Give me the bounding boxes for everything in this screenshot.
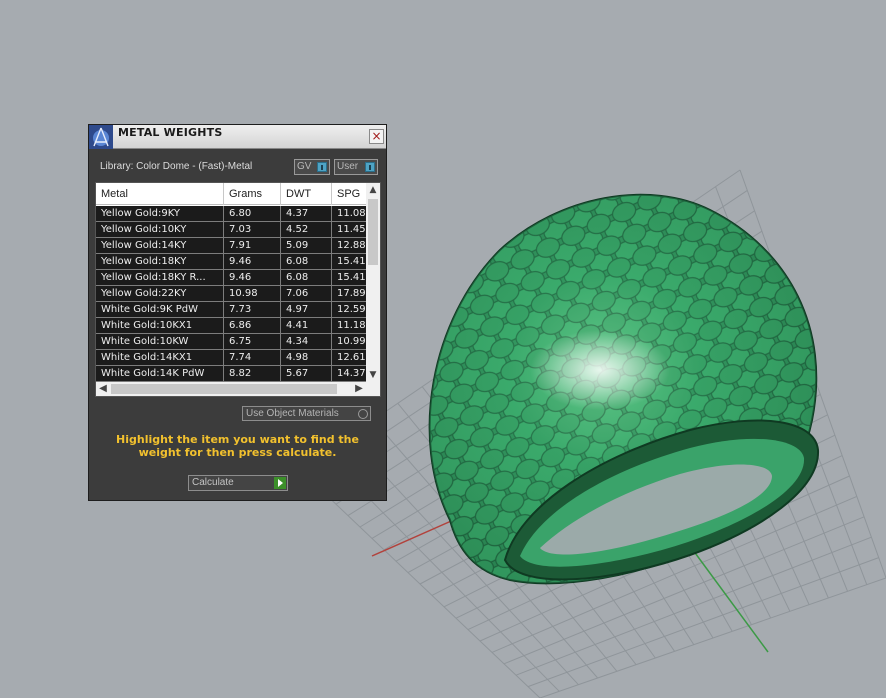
table-cell: 10.98 [224, 286, 281, 301]
table-row[interactable]: Yellow Gold:10KY 7.03 4.52 11.45 [96, 222, 366, 238]
table-cell: White Gold:9K PdW [96, 302, 224, 317]
table-cell: 6.75 [224, 334, 281, 349]
column-header-metal[interactable]: Metal [96, 183, 224, 205]
horizontal-scroll-thumb[interactable] [111, 384, 337, 394]
scroll-left-icon[interactable]: ◀ [96, 382, 110, 396]
table-cell: 6.80 [224, 206, 281, 221]
table-cell: Yellow Gold:18KY [96, 254, 224, 269]
play-arrow-icon [274, 477, 286, 489]
table-cell: 4.98 [281, 350, 332, 365]
metal-weights-panel: METAL WEIGHTS × Library: Color Dome - (F… [88, 124, 387, 501]
close-icon[interactable]: × [369, 129, 384, 144]
table-body: Yellow Gold:9KY 6.80 4.37 11.08 Yellow Gold:… [96, 206, 366, 382]
table-row[interactable]: Yellow Gold:18KY 9.46 6.08 15.41 [96, 254, 366, 270]
vertical-scrollbar[interactable]: ▲ ▼ [366, 183, 380, 382]
scroll-up-icon[interactable]: ▲ [366, 183, 380, 197]
table-header: Metal Grams DWT SPG [96, 183, 366, 205]
table-cell: Yellow Gold:9KY [96, 206, 224, 221]
table-cell: Yellow Gold:10KY [96, 222, 224, 237]
user-toggle[interactable]: User [334, 159, 378, 175]
table-cell: White Gold:10KX1 [96, 318, 224, 333]
calculate-button-label: Calculate [192, 477, 234, 488]
column-header-grams[interactable]: Grams [224, 183, 281, 205]
table-cell: 6.08 [281, 270, 332, 285]
user-toggle-label: User [337, 161, 359, 172]
table-cell: 7.06 [281, 286, 332, 301]
table-cell: White Gold:10KW [96, 334, 224, 349]
table-row[interactable]: Yellow Gold:22KY 10.98 7.06 17.89 [96, 286, 366, 302]
use-object-materials-label: Use Object Materials [246, 408, 339, 419]
gv-toggle[interactable]: GV [294, 159, 330, 175]
scroll-right-icon[interactable]: ▶ [352, 382, 366, 396]
panel-titlebar[interactable]: METAL WEIGHTS × [89, 125, 386, 149]
table-cell: 4.97 [281, 302, 332, 317]
table-row[interactable]: Yellow Gold:9KY 6.80 4.37 11.08 [96, 206, 366, 222]
column-header-dwt[interactable]: DWT [281, 183, 332, 205]
instruction-text: Highlight the item you want to find the … [116, 433, 359, 459]
toggle-switch-icon [317, 162, 327, 172]
table-cell: Yellow Gold:22KY [96, 286, 224, 301]
table-cell: Yellow Gold:18KY R... [96, 270, 224, 285]
table-cell: 4.41 [281, 318, 332, 333]
toggle-switch-icon [365, 162, 375, 172]
table-cell: White Gold:14K PdW [96, 366, 224, 381]
table-cell: 5.09 [281, 238, 332, 253]
panel-title: METAL WEIGHTS [118, 126, 223, 139]
table-cell: 7.91 [224, 238, 281, 253]
table-cell: 7.73 [224, 302, 281, 317]
table-cell: 6.08 [281, 254, 332, 269]
table-row[interactable]: White Gold:9K PdW 7.73 4.97 12.59 [96, 302, 366, 318]
gv-toggle-label: GV [297, 161, 312, 172]
table-row[interactable]: White Gold:14K PdW 8.82 5.67 14.37 [96, 366, 366, 382]
table-row[interactable]: Yellow Gold:14KY 7.91 5.09 12.88 [96, 238, 366, 254]
table-cell: 5.67 [281, 366, 332, 381]
library-label: Library: Color Dome - (Fast)-Metal [100, 161, 253, 172]
metal-table: Metal Grams DWT SPG Yellow Gold:9KY 6.80 4… [95, 182, 381, 397]
table-cell: 4.34 [281, 334, 332, 349]
table-cell: 8.82 [224, 366, 281, 381]
table-cell: 4.52 [281, 222, 332, 237]
table-cell: 9.46 [224, 254, 281, 269]
table-cell: 7.03 [224, 222, 281, 237]
table-row[interactable]: Yellow Gold:18KY R... 9.46 6.08 15.41 [96, 270, 366, 286]
table-cell: 4.37 [281, 206, 332, 221]
app-logo-icon [89, 125, 113, 149]
table-cell: 6.86 [224, 318, 281, 333]
scroll-down-icon[interactable]: ▼ [366, 368, 380, 382]
table-cell: White Gold:14KX1 [96, 350, 224, 365]
vertical-scroll-thumb[interactable] [368, 199, 378, 265]
calculate-button[interactable]: Calculate [188, 475, 288, 491]
table-row[interactable]: White Gold:10KW 6.75 4.34 10.99 [96, 334, 366, 350]
radio-icon [358, 409, 368, 419]
table-cell: 7.74 [224, 350, 281, 365]
table-row[interactable]: White Gold:14KX1 7.74 4.98 12.61 [96, 350, 366, 366]
use-object-materials-toggle[interactable]: Use Object Materials [242, 406, 371, 421]
table-cell: Yellow Gold:14KY [96, 238, 224, 253]
horizontal-scrollbar[interactable]: ◀ ▶ [96, 382, 380, 396]
table-row[interactable]: White Gold:10KX1 6.86 4.41 11.18 [96, 318, 366, 334]
table-cell: 9.46 [224, 270, 281, 285]
